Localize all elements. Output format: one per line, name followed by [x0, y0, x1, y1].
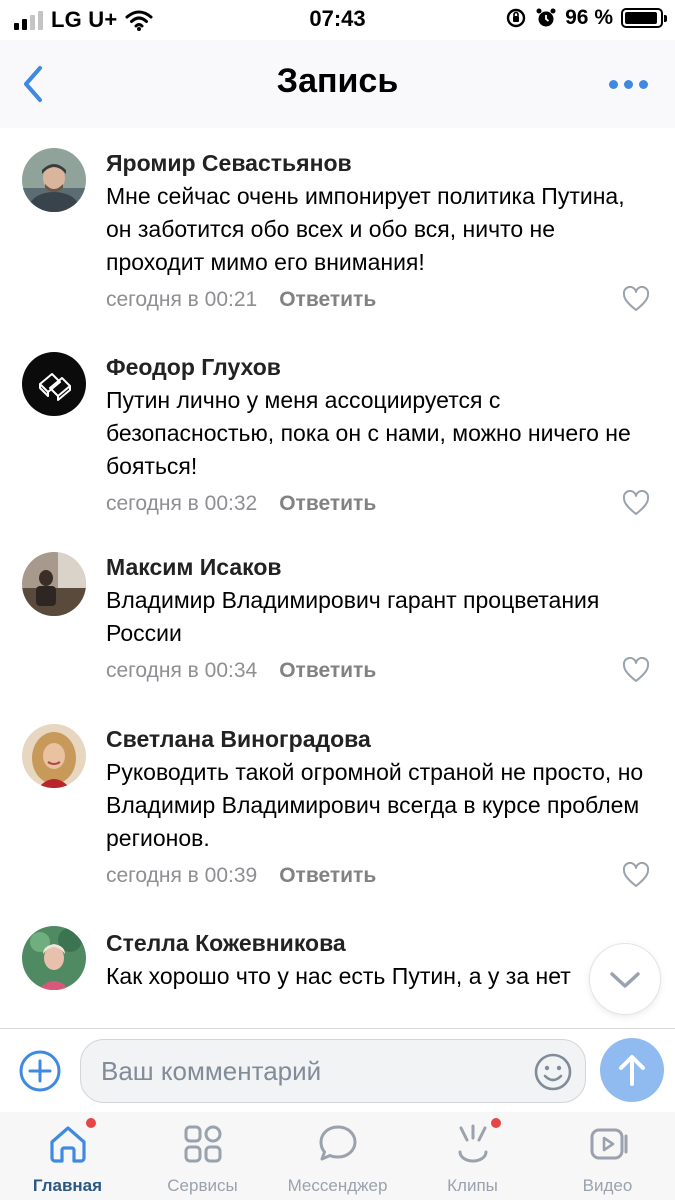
arrow-up-icon	[619, 1055, 645, 1086]
comment-author[interactable]: Феодор Глухов	[106, 354, 281, 381]
tab-home[interactable]: Главная	[0, 1112, 135, 1200]
reply-button[interactable]: Ответить	[279, 288, 376, 312]
heart-icon[interactable]	[622, 490, 650, 516]
tab-messenger[interactable]: Мессенджер	[270, 1112, 405, 1200]
tab-clips[interactable]: Клипы	[405, 1112, 540, 1200]
comment-time: сегодня в 00:32	[106, 492, 258, 515]
reply-button[interactable]: Ответить	[279, 659, 376, 683]
scroll-down-button[interactable]	[590, 944, 660, 1014]
avatar[interactable]	[22, 724, 86, 788]
comment-time: сегодня в 00:39	[106, 864, 258, 887]
comment-author[interactable]: Яромир Севастьянов	[106, 150, 352, 177]
reply-button[interactable]: Ответить	[279, 492, 376, 516]
tab-label: Видео	[582, 1176, 633, 1195]
avatar[interactable]	[22, 148, 86, 212]
comment-meta: сегодня в 00:21 Ответить	[106, 288, 376, 312]
more-dots-icon[interactable]	[609, 74, 649, 94]
nav-bar: Запись	[0, 40, 675, 128]
comment-meta: сегодня в 00:32 Ответить	[106, 492, 376, 516]
comment-meta: сегодня в 00:39 Ответить	[106, 864, 376, 888]
emoji-icon[interactable]	[533, 1052, 573, 1092]
tab-services[interactable]: Сервисы	[135, 1112, 270, 1200]
comment-text: Мне сейчас очень импонирует политика Пут…	[106, 183, 625, 275]
battery-icon	[621, 8, 667, 28]
comment-author[interactable]: Стелла Кожевникова	[106, 930, 346, 957]
tab-bar: Главная Сервисы Мессенджер Клипы Видео	[0, 1112, 675, 1200]
avatar[interactable]	[22, 926, 86, 990]
chat-bubble-icon	[319, 1125, 357, 1161]
notification-badge	[491, 1118, 501, 1128]
comment-author[interactable]: Максим Исаков	[106, 554, 282, 581]
comment-text: Как хорошо что у нас есть Путин, а у за …	[106, 963, 571, 989]
comment-time: сегодня в 00:21	[106, 288, 258, 311]
tab-label: Сервисы	[167, 1176, 238, 1195]
avatar[interactable]	[22, 552, 86, 616]
tab-label: Клипы	[447, 1176, 498, 1195]
notification-badge	[86, 1118, 96, 1128]
tab-label: Мессенджер	[287, 1176, 388, 1195]
comment-input[interactable]	[101, 1048, 521, 1094]
comment-text: Путин лично у меня ассоциируется с безоп…	[106, 387, 631, 479]
status-right: 96 %	[505, 6, 667, 30]
tab-label: Главная	[32, 1176, 103, 1195]
heart-icon[interactable]	[622, 657, 650, 683]
chevron-down-icon	[610, 972, 640, 988]
comment-text: Владимир Владимирович гарант процветания…	[106, 587, 600, 646]
services-grid-icon	[184, 1125, 222, 1163]
tab-video[interactable]: Видео	[540, 1112, 675, 1200]
comment-author[interactable]: Светлана Виноградова	[106, 726, 371, 753]
clips-icon	[458, 1124, 488, 1163]
comment-text: Руководить такой огромной страной не про…	[106, 759, 644, 851]
alarm-icon	[536, 8, 556, 27]
reply-button[interactable]: Ответить	[279, 864, 376, 888]
status-bar: LG U+ 07:43 96 %	[0, 0, 675, 40]
add-attachment-icon[interactable]	[18, 1049, 62, 1093]
comment-meta: сегодня в 00:34 Ответить	[106, 659, 376, 683]
battery-percent: 96 %	[565, 6, 613, 29]
comments-list: Яромир Севастьянов Мне сейчас очень импо…	[0, 128, 675, 1028]
comment-composer	[0, 1028, 675, 1112]
heart-icon[interactable]	[622, 286, 650, 312]
orientation-lock-icon	[506, 8, 526, 28]
comment-time: сегодня в 00:34	[106, 659, 258, 682]
video-icon	[590, 1128, 628, 1160]
home-icon	[50, 1126, 86, 1163]
send-button[interactable]	[600, 1038, 664, 1102]
heart-icon[interactable]	[622, 862, 650, 888]
comment-input-wrapper	[80, 1039, 586, 1103]
page-title: Запись	[276, 62, 399, 100]
avatar[interactable]	[22, 352, 86, 416]
